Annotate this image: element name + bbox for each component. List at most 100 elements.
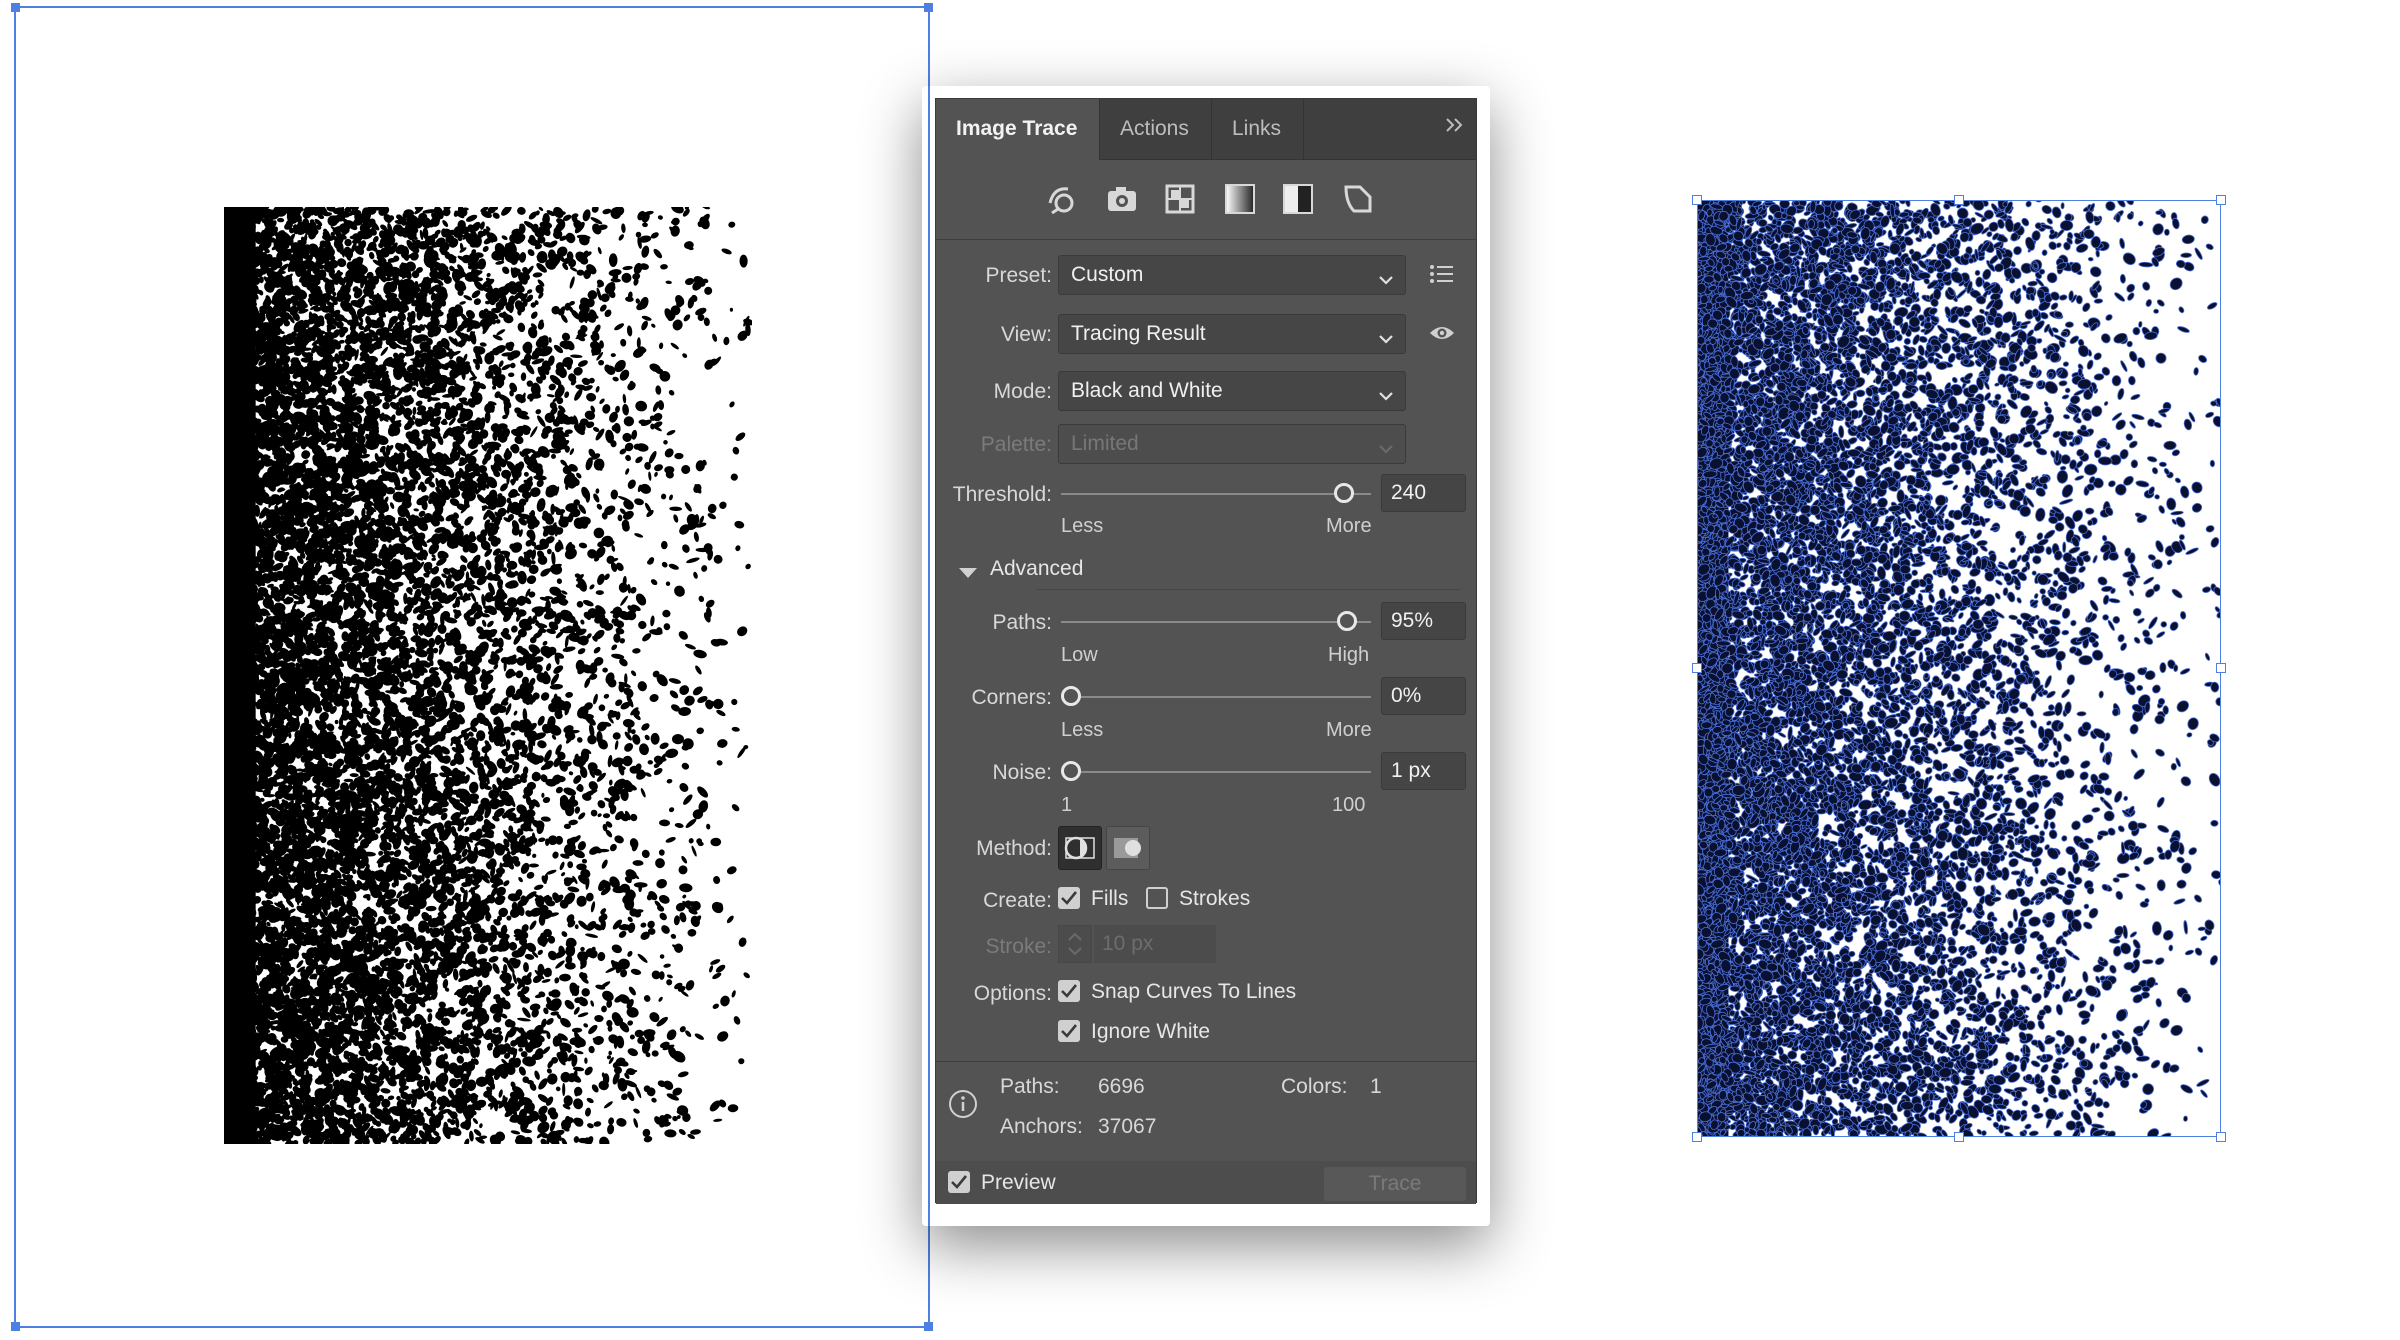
stroke-label: Stroke: (942, 935, 1052, 959)
stroke-field: 10 px (1094, 925, 1216, 963)
mode-value: Black and White (1071, 379, 1223, 402)
snap-curves-checkbox[interactable] (1058, 980, 1080, 1002)
selection-handle-tl[interactable] (1692, 195, 1702, 205)
artboard-handle-tl[interactable] (11, 3, 20, 12)
high-color-icon[interactable] (1104, 181, 1140, 217)
preview-checkbox[interactable] (948, 1171, 970, 1193)
advanced-toggle[interactable]: Advanced (990, 557, 1083, 581)
traced-object[interactable] (1697, 200, 2221, 1137)
artboard-handle-br[interactable] (924, 1322, 933, 1331)
noise-slider-track[interactable] (1071, 771, 1371, 773)
preset-label: Preset: (942, 264, 1052, 288)
noise-max-label: 100 (1332, 794, 1365, 817)
trace-button[interactable]: Trace (1324, 1167, 1466, 1201)
snap-curves-label: Snap Curves To Lines (1091, 980, 1296, 1004)
corners-slider-track[interactable] (1071, 696, 1371, 698)
auto-color-icon[interactable] (1044, 181, 1080, 217)
method-label: Method: (942, 837, 1052, 861)
stroke-stepper (1058, 925, 1092, 963)
panel-tabbar: Image Trace Actions Links (936, 99, 1476, 160)
view-dropdown[interactable]: Tracing Result (1058, 314, 1406, 354)
ignore-white-checkbox[interactable] (1058, 1020, 1080, 1042)
tab-links[interactable]: Links (1212, 99, 1304, 159)
stat-paths-label: Paths: (1000, 1075, 1060, 1099)
threshold-label: Threshold: (942, 483, 1052, 507)
threshold-max-label: More (1326, 515, 1372, 538)
separator (936, 239, 1476, 240)
fills-checkbox[interactable] (1058, 887, 1080, 909)
low-color-icon[interactable] (1162, 181, 1198, 217)
panel-footer: Preview Trace (936, 1161, 1476, 1204)
paths-slider-knob[interactable] (1336, 611, 1357, 631)
options-label: Options: (942, 982, 1052, 1006)
selection-handle-tm[interactable] (1954, 195, 1964, 205)
paths-max-label: High (1328, 644, 1369, 667)
selection-handle-br[interactable] (2216, 1132, 2226, 1142)
threshold-slider-knob[interactable] (1333, 483, 1354, 503)
traced-stipple-paths[interactable] (1697, 200, 2221, 1137)
outline-icon[interactable] (1340, 181, 1376, 217)
chevron-down-icon (1377, 323, 1395, 361)
noise-field[interactable]: 1 px (1381, 752, 1466, 790)
paths-slider-track[interactable] (1061, 621, 1371, 623)
fills-label: Fills (1091, 887, 1128, 911)
stat-paths-value: 6696 (1098, 1075, 1145, 1099)
preset-manager-list-icon[interactable] (1429, 263, 1455, 291)
artboard-handle-bl[interactable] (11, 1322, 20, 1331)
stat-colors-value: 1 (1370, 1075, 1382, 1099)
corners-max-label: More (1326, 719, 1372, 742)
artboard[interactable] (11, 3, 933, 1331)
paths-label: Paths: (942, 611, 1052, 635)
selection-handle-mr[interactable] (2216, 663, 2226, 673)
selection-handle-bl[interactable] (1692, 1132, 1702, 1142)
image-trace-panel: Image Trace Actions Links Preset: Custom (935, 98, 1477, 1204)
stat-anchors-label: Anchors: (1000, 1115, 1083, 1139)
black-and-white-icon[interactable] (1280, 181, 1316, 217)
preset-value: Custom (1071, 263, 1143, 286)
preview-label: Preview (981, 1171, 1056, 1195)
corners-slider-knob[interactable] (1061, 686, 1081, 706)
source-stipple-image[interactable] (224, 207, 752, 1144)
view-value: Tracing Result (1071, 322, 1206, 345)
tab-actions[interactable]: Actions (1100, 99, 1212, 159)
chevron-down-icon (1377, 264, 1395, 302)
paths-min-label: Low (1061, 644, 1098, 667)
method-abutting-button[interactable] (1058, 826, 1102, 870)
selection-handle-tr[interactable] (2216, 195, 2226, 205)
separator (1036, 589, 1461, 590)
disclosure-triangle-icon[interactable] (958, 562, 978, 586)
noise-label: Noise: (942, 761, 1052, 785)
mode-dropdown[interactable]: Black and White (1058, 371, 1406, 411)
palette-label: Palette: (942, 433, 1052, 457)
selection-handle-ml[interactable] (1692, 663, 1702, 673)
info-icon[interactable] (948, 1089, 978, 1125)
paths-field[interactable]: 95% (1381, 602, 1466, 640)
corners-label: Corners: (942, 686, 1052, 710)
chevron-down-icon (1377, 433, 1395, 471)
method-overlapping-button[interactable] (1106, 826, 1150, 870)
trace-stats: Paths: 6696 Colors: 1 Anchors: 37067 (936, 1061, 1476, 1161)
stat-colors-label: Colors: (1281, 1075, 1348, 1099)
create-label: Create: (942, 889, 1052, 913)
mode-label: Mode: (942, 380, 1052, 404)
threshold-min-label: Less (1061, 515, 1103, 538)
tab-image-trace[interactable]: Image Trace (936, 99, 1100, 160)
ignore-white-label: Ignore White (1091, 1020, 1210, 1044)
strokes-label: Strokes (1179, 887, 1250, 911)
chevron-down-icon (1377, 380, 1395, 418)
preset-dropdown[interactable]: Custom (1058, 255, 1406, 295)
noise-slider-knob[interactable] (1061, 761, 1081, 781)
grayscale-icon[interactable] (1222, 181, 1258, 217)
view-label: View: (942, 323, 1052, 347)
eye-icon[interactable] (1428, 323, 1456, 349)
threshold-slider-track[interactable] (1061, 493, 1371, 495)
stat-anchors-value: 37067 (1098, 1115, 1156, 1139)
corners-field[interactable]: 0% (1381, 677, 1466, 715)
artboard-handle-tr[interactable] (924, 3, 933, 12)
threshold-field[interactable]: 240 (1381, 474, 1466, 512)
double-chevron-right-icon[interactable] (1444, 115, 1466, 141)
preset-icon-row (936, 181, 1476, 221)
corners-min-label: Less (1061, 719, 1103, 742)
selection-handle-bm[interactable] (1954, 1132, 1964, 1142)
strokes-checkbox[interactable] (1146, 887, 1168, 909)
